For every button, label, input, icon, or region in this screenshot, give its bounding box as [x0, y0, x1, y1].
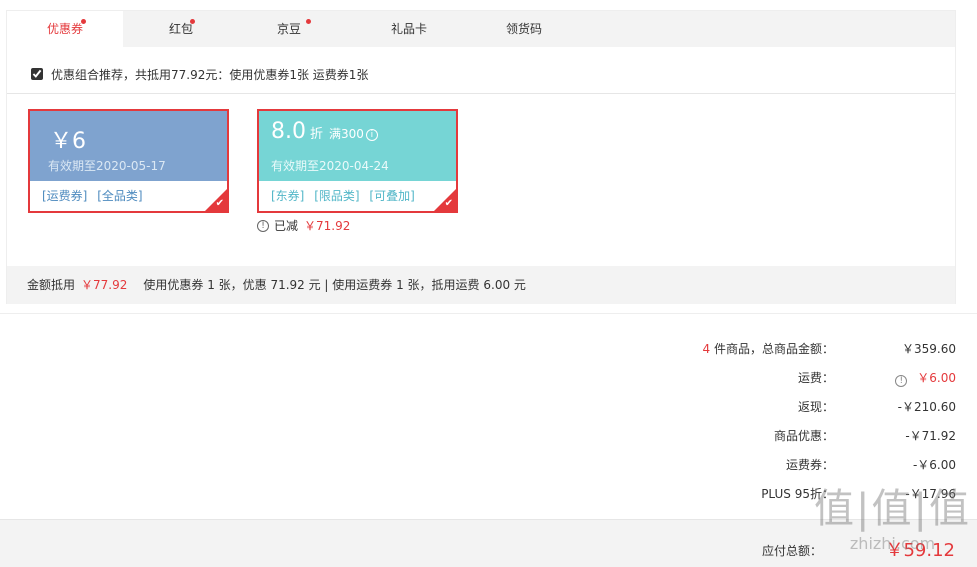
items-label: 4 件商品，总商品金额：: [703, 340, 834, 357]
shipping-row: 运费： ! ￥6.00: [600, 369, 956, 389]
cashback-value: -￥210.60: [897, 400, 956, 414]
coupon-condition: 满300: [329, 127, 364, 141]
shipping-label: 运费：: [797, 371, 834, 385]
product-discount-value: -￥71.92: [905, 429, 956, 443]
items-text: 件商品，总商品金额：: [710, 342, 834, 356]
tab-label: 优惠券: [46, 22, 83, 36]
tab-bar: 优惠券 红包 京豆 礼品卡 领货码: [7, 11, 955, 47]
coupon-header: 8.0 折满300 i 有效期至2020-04-24: [259, 111, 456, 181]
info-icon[interactable]: !: [895, 375, 908, 387]
tab-label: 领货码: [505, 22, 542, 36]
coupon-tag: [全品类]: [97, 189, 143, 203]
shipping-coupon-value: -￥6.00: [912, 458, 956, 472]
coupon-amount: ￥6: [50, 129, 86, 154]
summary-detail: 使用优惠券 1 张，优惠 71.92 元 | 使用运费券 1 张，抵用运费 6.…: [143, 278, 526, 292]
watermark-logo: 值|值|值: [814, 486, 971, 532]
shipping-coupon-label: 运费券：: [785, 458, 834, 472]
shipping-value: ￥6.00: [917, 371, 956, 385]
summary-label: 金额抵用: [27, 278, 76, 292]
reduced-amount: ! 已减 ￥71.92: [257, 217, 350, 234]
coupon-tag: [可叠加]: [369, 189, 415, 203]
section-divider: [0, 313, 977, 314]
tab-pickup-code[interactable]: 领货码: [466, 11, 582, 47]
notification-dot: [306, 19, 311, 24]
alert-icon: !: [257, 219, 269, 232]
product-discount-row: 商品优惠： -￥71.92: [600, 427, 956, 447]
recommend-combo: 优惠组合推荐，共抵用77.92元：使用优惠券1张 运费券1张: [31, 65, 368, 83]
tab-jingdou[interactable]: 京豆: [231, 11, 347, 47]
recommend-checkbox[interactable]: [31, 68, 43, 80]
coupon-tag: [东券]: [271, 189, 305, 203]
cashback-row: 返现： -￥210.60: [600, 398, 956, 418]
tab-coupons[interactable]: 优惠券: [7, 11, 123, 47]
coupon-discount-value: 8.0: [271, 119, 306, 144]
watermark-text: zhizhi.com: [849, 534, 936, 553]
reduced-label: 已减: [274, 219, 299, 233]
watermark: 值|值|值 zhizhi.com: [814, 486, 971, 553]
tab-label: 红包: [168, 22, 193, 36]
coupon-discount-unit: 折: [310, 127, 324, 142]
shipping-value-wrap: ! ￥6.00: [895, 369, 956, 387]
items-value: ￥359.60: [902, 342, 956, 356]
discount-summary: 金额抵用 ￥77.92 使用优惠券 1 张，优惠 71.92 元 | 使用运费券 1…: [7, 266, 955, 304]
coupon-tags: [运费券] [全品类]: [42, 187, 149, 204]
notification-dot: [81, 19, 86, 24]
cashback-label: 返现：: [797, 400, 834, 414]
coupon-card-shipping[interactable]: ￥6 有效期至2020-05-17 [运费券] [全品类] ✔: [28, 109, 229, 213]
notification-dot: [190, 19, 195, 24]
tab-red-packet[interactable]: 红包: [123, 11, 239, 47]
product-discount-label: 商品优惠：: [773, 429, 834, 443]
checkmark-icon: ✔: [215, 198, 224, 209]
coupon-card-discount[interactable]: 8.0 折满300 i 有效期至2020-04-24 [东券] [限品类] [可叠加…: [257, 109, 458, 213]
coupon-tag: [限品类]: [314, 189, 360, 203]
checkmark-icon: ✔: [444, 198, 453, 209]
reduced-value: ￥71.92: [304, 219, 351, 233]
recommend-text: 优惠组合推荐，共抵用77.92元：使用优惠券1张 运费券1张: [51, 67, 369, 82]
coupon-expiry: 有效期至2020-05-17: [48, 159, 166, 173]
total-items-row: 4 件商品，总商品金额： ￥359.60: [600, 340, 956, 360]
coupon-header: ￥6 有效期至2020-05-17: [30, 111, 227, 181]
info-icon[interactable]: i: [365, 129, 378, 141]
summary-amount: ￥77.92: [81, 278, 128, 292]
tab-label: 礼品卡: [390, 22, 427, 36]
coupon-panel: 优惠券 红包 京豆 礼品卡 领货码 优惠组合推荐，共抵用77.92元：使用优惠券…: [6, 10, 956, 304]
tab-label: 京豆: [276, 22, 301, 36]
coupon-amount: 8.0 折满300 i: [271, 119, 378, 144]
shipping-coupon-row: 运费券： -￥6.00: [600, 456, 956, 476]
tab-gift-card[interactable]: 礼品卡: [351, 11, 467, 47]
coupon-expiry: 有效期至2020-04-24: [271, 159, 389, 173]
coupon-tags: [东券] [限品类] [可叠加]: [271, 187, 421, 204]
coupon-tag: [运费券]: [42, 189, 88, 203]
payable-label: 应付总额：: [761, 544, 822, 558]
divider: [7, 93, 955, 94]
